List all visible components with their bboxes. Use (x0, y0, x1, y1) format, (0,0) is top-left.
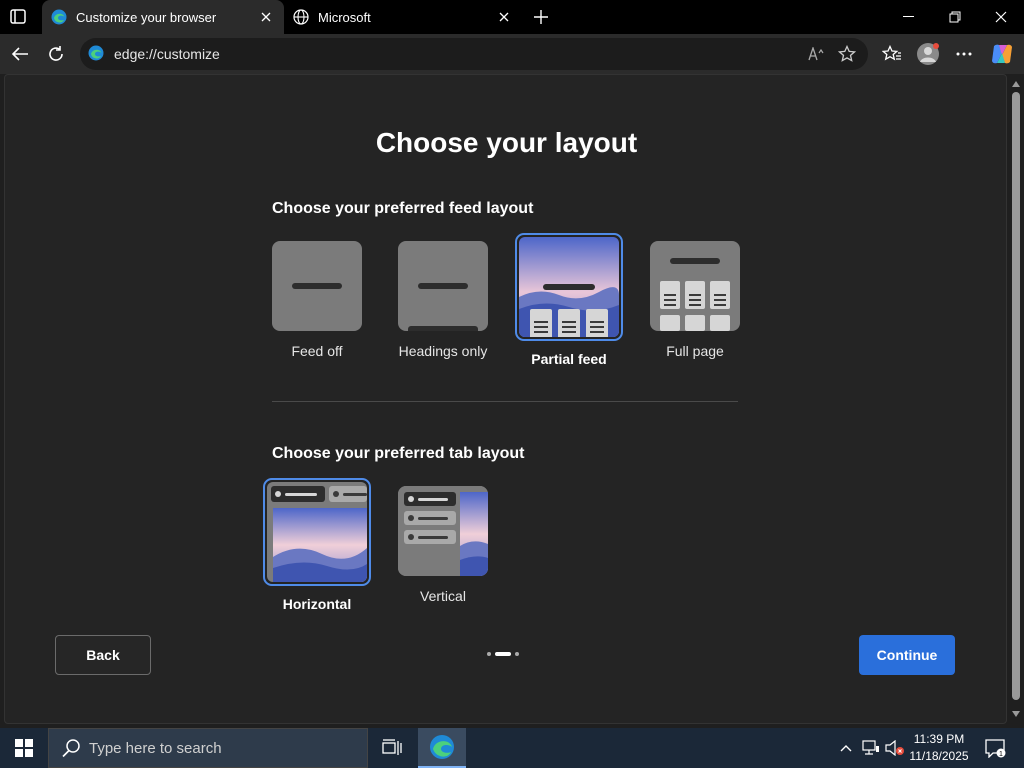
tab-actions-icon[interactable] (8, 7, 30, 27)
continue-button[interactable]: Continue (859, 635, 955, 675)
title-bar: Customize your browser Microsoft (0, 0, 1024, 34)
step-dot (515, 652, 519, 656)
step-dot (487, 652, 491, 656)
feed-option-headings-only[interactable]: Headings only (388, 241, 498, 359)
back-arrow-icon[interactable] (6, 40, 34, 68)
read-aloud-icon[interactable] (802, 40, 832, 68)
minimize-icon[interactable] (886, 4, 932, 30)
notification-count: 1 (999, 751, 1003, 758)
clock-date: 11/18/2025 (909, 749, 969, 763)
tab-option-label: Horizontal (282, 596, 352, 612)
feed-option-label: Feed off (291, 343, 343, 359)
back-button[interactable]: Back (55, 635, 151, 675)
windows-taskbar: Type here to search 11:39 PM 11/18/2025 … (0, 728, 1024, 768)
close-tab-icon[interactable] (254, 5, 278, 29)
tab-section-title: Choose your preferred tab layout (272, 445, 525, 462)
url-text[interactable]: edge://customize (114, 46, 802, 62)
volume-muted-icon[interactable] (884, 728, 906, 768)
full-page-thumbnail (650, 241, 740, 331)
customize-page: Choose your layout Choose your preferred… (4, 74, 1007, 724)
show-hidden-icons-chevron-icon[interactable] (836, 728, 856, 768)
partial-feed-thumbnail (515, 233, 623, 341)
feed-option-feed-off[interactable]: Feed off (262, 241, 372, 359)
feed-option-label: Partial feed (531, 351, 607, 367)
favorite-star-icon[interactable] (832, 40, 862, 68)
windows-start-icon[interactable] (0, 728, 48, 768)
feed-option-full-page[interactable]: Full page (640, 241, 750, 359)
more-options-icon[interactable] (950, 40, 978, 68)
edge-icon (50, 8, 68, 26)
tab-microsoft[interactable]: Microsoft (284, 0, 522, 34)
tab-option-horizontal[interactable]: Horizontal (262, 478, 372, 612)
new-tab-icon[interactable] (530, 6, 552, 28)
task-view-icon[interactable] (368, 728, 416, 768)
taskbar-edge-app[interactable] (418, 728, 466, 768)
copilot-icon[interactable] (988, 40, 1016, 68)
step-dot-active (495, 652, 511, 656)
taskbar-search-box[interactable]: Type here to search (48, 728, 368, 768)
step-indicator (487, 652, 519, 656)
section-divider (272, 401, 738, 402)
feed-option-partial-feed[interactable]: Partial feed (514, 233, 624, 367)
favorites-icon[interactable] (878, 40, 906, 68)
edge-icon (88, 45, 106, 63)
close-tab-icon[interactable] (492, 5, 516, 29)
address-bar[interactable]: edge://customize (80, 38, 868, 70)
search-placeholder: Type here to search (89, 739, 222, 757)
edge-icon (430, 735, 454, 759)
tab-title: Customize your browser (76, 9, 217, 25)
scroll-down-icon[interactable] (1012, 710, 1020, 718)
profile-avatar-icon[interactable] (914, 40, 942, 68)
vertical-tabs-thumbnail (398, 486, 488, 576)
headings-only-thumbnail (398, 241, 488, 331)
tab-option-label: Vertical (420, 588, 466, 604)
close-window-icon[interactable] (978, 4, 1024, 30)
network-icon[interactable] (860, 728, 882, 768)
tab-option-vertical[interactable]: Vertical (388, 486, 498, 604)
horizontal-tabs-thumbnail (263, 478, 371, 586)
restore-icon[interactable] (932, 4, 978, 30)
feed-option-label: Headings only (398, 343, 488, 359)
scroll-up-icon[interactable] (1012, 80, 1020, 88)
page-title: Choose your layout (375, 127, 638, 158)
search-icon (61, 738, 81, 758)
feed-section-title: Choose your preferred feed layout (272, 200, 534, 217)
feed-option-label: Full page (666, 343, 724, 359)
page-scrollbar[interactable] (1007, 74, 1024, 724)
globe-icon (292, 8, 310, 26)
notification-center-icon[interactable]: 1 (980, 728, 1010, 768)
browser-toolbar: edge://customize (0, 34, 1024, 74)
feed-off-thumbnail (272, 241, 362, 331)
scroll-thumb[interactable] (1012, 92, 1020, 700)
clock-time: 11:39 PM (913, 732, 965, 746)
tab-title: Microsoft (318, 9, 371, 25)
system-clock[interactable]: 11:39 PM 11/18/2025 (904, 731, 974, 765)
tab-customize-browser[interactable]: Customize your browser (42, 0, 284, 34)
refresh-icon[interactable] (42, 40, 70, 68)
